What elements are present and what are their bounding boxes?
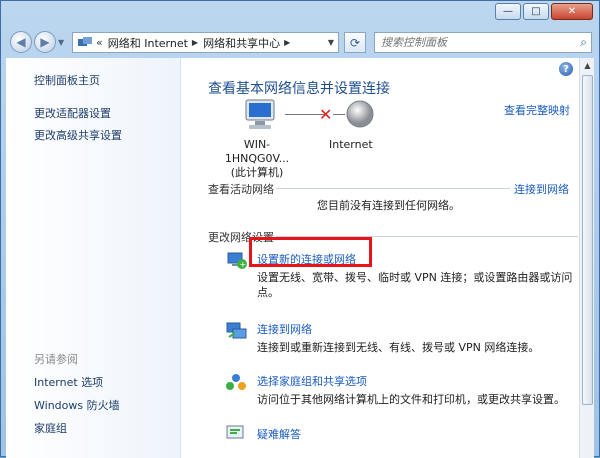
- refresh-button[interactable]: ⟳: [344, 32, 366, 53]
- internet-label: Internet: [329, 138, 373, 151]
- history-dropdown-icon[interactable]: ▼: [58, 38, 64, 47]
- forward-button[interactable]: ▶: [34, 31, 56, 53]
- sidebar-advanced-sharing-link[interactable]: 更改高级共享设置: [34, 127, 122, 143]
- help-icon[interactable]: ?: [559, 62, 573, 76]
- setup-new-connection-desc: 设置无线、宽带、拨号、临时或 VPN 连接；或设置路由器或访问点。: [257, 271, 573, 299]
- new-connection-icon: +: [227, 252, 247, 269]
- highlight-box: [249, 237, 372, 267]
- breadcrumb-separator-icon[interactable]: ▶: [284, 38, 290, 47]
- sidebar: 控制面板主页 更改适配器设置 更改高级共享设置 另请参阅 Internet 选项…: [6, 58, 181, 458]
- close-button[interactable]: ✕: [551, 3, 593, 20]
- connection-line-right: [333, 114, 345, 115]
- troubleshoot-link[interactable]: 疑难解答: [257, 426, 301, 442]
- see-also-heading: 另请参阅: [34, 353, 78, 366]
- control-panel-window: — □ ✕ ◀ ▶ ▼ « 网络和 Internet ▶ 网络和共享中心 ▶ ▼…: [0, 0, 600, 458]
- title-bar: — □ ✕: [1, 1, 599, 27]
- connect-to-network-task-link[interactable]: 连接到网络: [257, 321, 312, 337]
- content-area: 控制面板主页 更改适配器设置 更改高级共享设置 另请参阅 Internet 选项…: [6, 58, 594, 458]
- search-input[interactable]: [381, 34, 571, 51]
- computer-icon: [245, 99, 275, 129]
- breadcrumb-separator-icon[interactable]: ▶: [192, 38, 198, 47]
- homegroup-link[interactable]: 家庭组: [34, 420, 67, 436]
- homegroup-sharing-link[interactable]: 选择家庭组和共享选项: [257, 373, 367, 389]
- windows-firewall-link[interactable]: Windows 防火墙: [34, 397, 120, 413]
- navigation-toolbar: ◀ ▶ ▼ « 网络和 Internet ▶ 网络和共享中心 ▶ ▼ ⟳ ⌕: [1, 27, 599, 57]
- troubleshoot-icon: [226, 425, 244, 439]
- page-title: 查看基本网络信息并设置连接: [208, 81, 390, 97]
- search-icon[interactable]: ⌕: [580, 35, 587, 50]
- computer-subtitle: (此计算机): [230, 166, 284, 179]
- svg-text:+: +: [240, 260, 247, 269]
- main-panel: ? 查看基本网络信息并设置连接 查看完整映射 ✕ WIN-1HNQG0V... …: [181, 58, 579, 458]
- sidebar-adapter-settings-link[interactable]: 更改适配器设置: [34, 105, 111, 121]
- no-connection-message: 您目前没有连接到任何网络。: [317, 199, 460, 212]
- address-dropdown-icon[interactable]: ▼: [328, 38, 334, 47]
- disconnected-x-icon: ✕: [319, 105, 333, 124]
- view-full-map-link[interactable]: 查看完整映射: [504, 102, 570, 118]
- network-folder-icon: [78, 36, 92, 46]
- breadcrumb-network-internet[interactable]: 网络和 Internet: [108, 35, 188, 51]
- homegroup-sharing-desc: 访问位于其他网络计算机上的文件和打印机，或更改共享设置。: [257, 393, 565, 406]
- maximize-button[interactable]: □: [523, 3, 549, 20]
- breadcrumb-sharing-center[interactable]: 网络和共享中心: [203, 35, 280, 51]
- scrollbar-thumb[interactable]: [582, 75, 593, 405]
- scroll-up-icon[interactable]: ▲: [580, 58, 594, 73]
- back-button[interactable]: ◀: [10, 31, 32, 53]
- active-networks-heading: 查看活动网络: [208, 183, 274, 196]
- minimize-button[interactable]: —: [495, 3, 521, 20]
- homegroup-icon: [226, 374, 246, 390]
- sidebar-home-link[interactable]: 控制面板主页: [34, 72, 100, 88]
- search-box[interactable]: ⌕: [374, 32, 592, 53]
- internet-globe-icon: [346, 100, 374, 128]
- address-prefix[interactable]: «: [96, 36, 103, 49]
- refresh-icon: ⟳: [349, 35, 361, 50]
- computer-name: WIN-1HNQG0V...: [224, 138, 290, 165]
- connect-to-network-desc: 连接到或重新连接到无线、有线、拨号或 VPN 网络连接。: [257, 341, 540, 354]
- address-bar[interactable]: « 网络和 Internet ▶ 网络和共享中心 ▶ ▼: [72, 32, 339, 53]
- computer-label: WIN-1HNQG0V... (此计算机): [213, 138, 301, 180]
- connect-to-network-link[interactable]: 连接到网络: [514, 181, 569, 197]
- back-arrow-icon: ◀: [16, 35, 26, 49]
- vertical-scrollbar[interactable]: ▲: [579, 58, 594, 458]
- connect-network-icon: [226, 322, 247, 339]
- divider: [276, 188, 510, 189]
- forward-arrow-icon: ▶: [40, 35, 50, 49]
- internet-options-link[interactable]: Internet 选项: [34, 374, 103, 390]
